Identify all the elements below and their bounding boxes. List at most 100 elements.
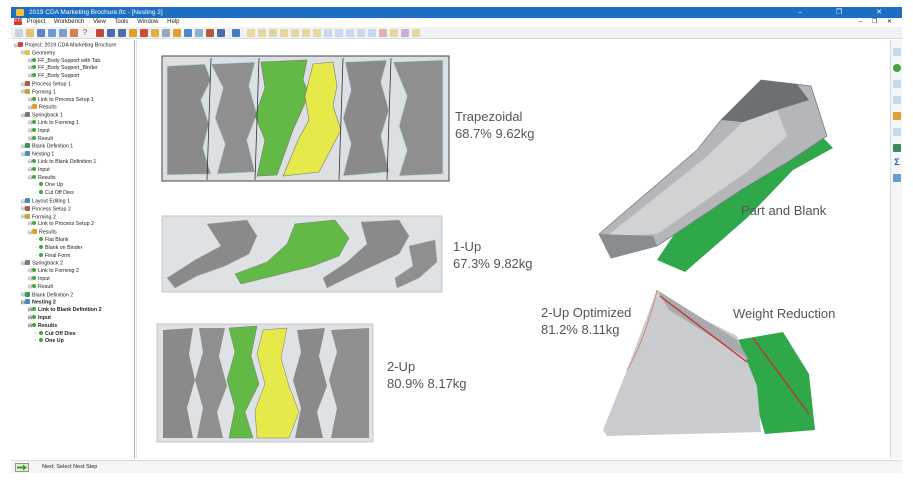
tool-e-icon[interactable]	[291, 29, 299, 37]
tree-node[interactable]: ⊟ Process Setup 1	[21, 81, 71, 88]
tool-f-icon[interactable]	[302, 29, 310, 37]
tool-p-icon[interactable]	[412, 29, 420, 37]
tree-node[interactable]: · Flat Blank	[35, 237, 69, 244]
app-menu-icon[interactable]: FTI	[14, 18, 22, 25]
tool-i-icon[interactable]	[335, 29, 343, 37]
dollar-icon[interactable]	[893, 64, 901, 72]
save-icon[interactable]	[37, 29, 45, 37]
tree-node[interactable]: ⊟ Springback 1	[21, 112, 63, 119]
report-icon[interactable]	[893, 174, 901, 182]
camera-icon[interactable]	[48, 29, 56, 37]
tree-node[interactable]: · Cut Off Dies	[35, 190, 74, 197]
shade-icon[interactable]	[173, 29, 181, 37]
menu-window[interactable]: Window	[137, 19, 158, 25]
menu-tools[interactable]: Tools	[114, 19, 128, 25]
tool-a-icon[interactable]	[247, 29, 255, 37]
print-icon[interactable]	[70, 29, 78, 37]
tree-node[interactable]: ⊟ Link to Blank Definition 1	[28, 159, 96, 166]
panel-tool-1-icon[interactable]	[893, 48, 901, 56]
tree-node[interactable]: ⊟ Input	[28, 127, 50, 135]
tree-node[interactable]: ⊟ Result	[28, 135, 53, 143]
tool-l-icon[interactable]	[368, 29, 376, 37]
tool-k-icon[interactable]	[357, 29, 365, 37]
panel-tool-3-icon[interactable]	[893, 80, 901, 88]
tree-node[interactable]: · One Up	[35, 182, 63, 189]
tree-node[interactable]: ⊟ Link to Process Setup 2	[28, 221, 94, 228]
mesh-icon[interactable]	[195, 29, 203, 37]
tool-c-icon[interactable]	[269, 29, 277, 37]
tree-node[interactable]: ⊟ Input	[28, 166, 50, 174]
tree-node[interactable]: ⊟ Results	[28, 104, 57, 111]
panel-tool-6-icon[interactable]	[893, 128, 901, 136]
rotate-icon[interactable]	[129, 29, 137, 37]
tree-node[interactable]: ⊟ Springback 2	[21, 260, 63, 267]
tree-node[interactable]: ⊟ Input	[28, 315, 51, 322]
tree-node[interactable]: ⊟ Results	[28, 229, 57, 236]
tree-node[interactable]: ⊟ FF_Body Support_Binder	[28, 65, 98, 72]
tree-node[interactable]: · Cut Off Dies	[35, 330, 76, 338]
tree-node[interactable]: ⊟ Geometry	[21, 49, 55, 57]
tree-node[interactable]: ⊟ Link to Forming 2	[28, 268, 79, 275]
status-dot-icon	[39, 237, 43, 241]
status-dot-icon	[32, 57, 36, 62]
view-icon[interactable]	[162, 29, 170, 37]
tree-node[interactable]: ⊟ Results	[28, 322, 57, 330]
tree-node[interactable]: ⊟ Layout Editing 1	[21, 198, 70, 205]
open-icon[interactable]	[26, 29, 34, 37]
next-step-button[interactable]	[15, 463, 29, 472]
layer-icon[interactable]	[184, 29, 192, 37]
tool-h-icon[interactable]	[324, 29, 332, 37]
tree-node[interactable]: ⊟ Forming 2	[21, 213, 56, 221]
menu-project[interactable]: Project	[27, 19, 46, 25]
help-icon[interactable]: ?	[81, 29, 89, 37]
tree-node[interactable]: ⊟ Project: 2019 CDA Marketing Brochure	[14, 42, 116, 49]
tree-node[interactable]: ⊟ FF_Body Support with Tab	[28, 57, 100, 65]
panel-tool-4-icon[interactable]	[893, 96, 901, 104]
tree-node[interactable]: · Final Form	[35, 252, 70, 260]
tool-j-icon[interactable]	[346, 29, 354, 37]
tool-g-icon[interactable]	[313, 29, 321, 37]
tree-node[interactable]: ⊟ Link to Process Setup 1	[28, 96, 94, 104]
tree-node[interactable]: ⊟ FF_Body Support	[28, 73, 80, 80]
pan-icon[interactable]	[140, 29, 148, 37]
sigma-icon[interactable]: Σ	[893, 158, 901, 167]
tree-node[interactable]: ⊟ Link to Forming 1	[28, 120, 79, 127]
filter-icon[interactable]	[232, 29, 240, 37]
panel-tool-5-icon[interactable]	[893, 112, 901, 120]
tree-node[interactable]: ⊟ Process Setup 2	[21, 205, 71, 213]
tree-node[interactable]: ⊟ Input	[28, 276, 50, 283]
tool-o-icon[interactable]	[401, 29, 409, 37]
tree-node[interactable]: ⊟ Results	[28, 174, 56, 182]
cut-icon[interactable]	[96, 29, 104, 37]
tool-m-icon[interactable]	[379, 29, 387, 37]
zoom-out-icon[interactable]	[118, 29, 126, 37]
tree-node[interactable]: ⊟ Blank Definition 2	[21, 291, 73, 299]
tree-node[interactable]: · One Up	[35, 338, 64, 345]
mdi-controls[interactable]: – ❐ ✕	[859, 18, 896, 27]
tree-node[interactable]: · Blank on Binder	[35, 244, 82, 252]
graphics-canvas[interactable]: Trapezoidal 68.7% 9.62kg 1-Up 67.3% 9.82…	[136, 40, 890, 458]
tool-d-icon[interactable]	[280, 29, 288, 37]
copy-icon[interactable]	[59, 29, 67, 37]
tree-node[interactable]: ⊟ Blank Definition 1	[21, 143, 73, 150]
tree-node[interactable]: ⊟ Nesting 2	[21, 299, 56, 306]
menu-view[interactable]: View	[93, 19, 106, 25]
tool-b-icon[interactable]	[258, 29, 266, 37]
tree-node[interactable]: ⊟ Nesting 1	[21, 151, 54, 158]
fit-icon[interactable]	[151, 29, 159, 37]
tree-node[interactable]: ⊟ Result	[28, 283, 53, 291]
select-icon[interactable]	[217, 29, 225, 37]
new-icon[interactable]	[15, 29, 23, 37]
window-title-bar[interactable]: 2019 CDA Marketing Brochure.ftc - [Nesti…	[11, 7, 902, 18]
measure-icon[interactable]	[206, 29, 214, 37]
menu-workbench[interactable]: Workbench	[54, 19, 84, 25]
tree-node[interactable]: ⊟ Link to Blank Definition 2	[28, 307, 102, 314]
tool-n-icon[interactable]	[390, 29, 398, 37]
menu-help[interactable]: Help	[167, 19, 179, 25]
status-dot-icon	[32, 322, 36, 327]
tree-node[interactable]: ⊟ Forming 1	[21, 88, 56, 96]
window-controls[interactable]: – ❐ ✕	[798, 7, 898, 18]
panel-tool-7-icon[interactable]	[893, 144, 901, 152]
zoom-in-icon[interactable]	[107, 29, 115, 37]
tree-node-label: FF_Body Support	[38, 73, 80, 80]
